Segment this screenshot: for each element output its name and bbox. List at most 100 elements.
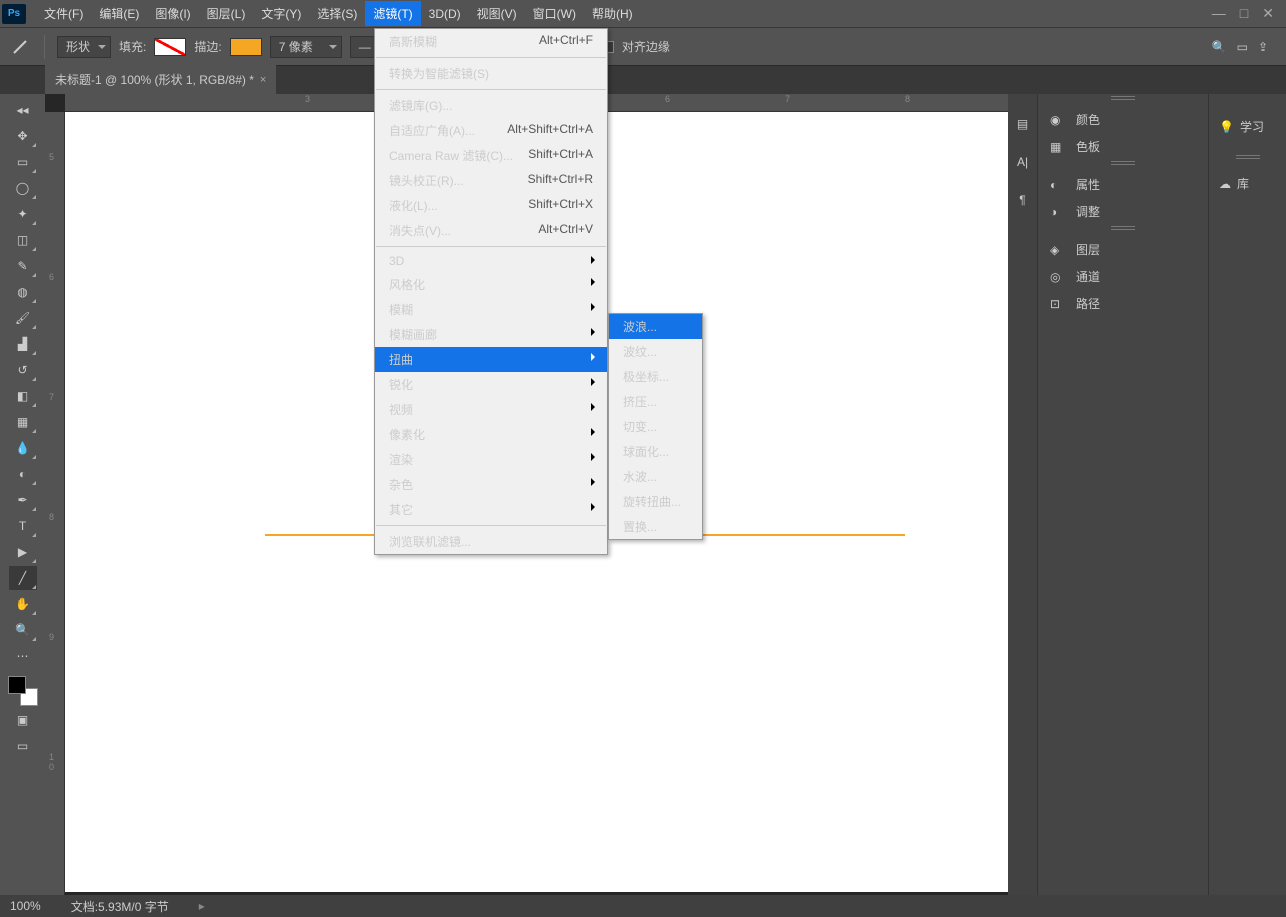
layers-icon: ◈ [1050,243,1068,257]
eyedropper-tool[interactable]: ✎ [9,254,37,278]
collapse-icon[interactable]: ◂◂ [9,98,37,122]
menu-image[interactable]: 图像(I) [147,1,198,26]
lasso-tool[interactable]: ◯ [9,176,37,200]
filter-gallery[interactable]: 滤镜库(G)... [375,93,607,118]
distort-twirl[interactable]: 旋转扭曲... [609,489,702,514]
panel-layers[interactable]: ◈图层 [1040,236,1206,263]
panel-adjustments[interactable]: ◑调整 [1040,198,1206,225]
filter-video[interactable]: 视频 [375,397,607,422]
distort-displace[interactable]: 置换... [609,514,702,539]
filter-stylize[interactable]: 风格化 [375,272,607,297]
options-bar: 形状 填充: 描边: 7 像素 — ▢ ≣ ⬚ ✿ 粗细: 对齐边缘 🔍 ▭ ⇪ [0,28,1286,66]
panel-grip[interactable] [1040,226,1206,236]
document-tab-title: 未标题-1 @ 100% (形状 1, RGB/8#) * [55,71,254,88]
magic-wand-tool[interactable]: ✦ [9,202,37,226]
panel-grip[interactable] [1209,155,1286,165]
char-panel-icon[interactable]: A| [1013,152,1033,172]
menu-edit[interactable]: 编辑(E) [91,1,147,26]
filter-pixelate[interactable]: 像素化 [375,422,607,447]
quickmask-tool[interactable]: ▣ [9,708,37,732]
distort-ripple[interactable]: 波纹... [609,339,702,364]
filter-liquify[interactable]: 液化(L)...Shift+Ctrl+X [375,193,607,218]
hand-tool[interactable]: ✋ [9,592,37,616]
close-button[interactable]: ✕ [1262,5,1274,22]
menu-select[interactable]: 选择(S) [309,1,365,26]
screenmode-tool[interactable]: ▭ [9,734,37,758]
panel-swatches[interactable]: ▦色板 [1040,133,1206,160]
menu-view[interactable]: 视图(V) [469,1,525,26]
brush-tool[interactable]: 🖌 [9,306,37,330]
blur-tool[interactable]: 💧 [9,436,37,460]
panel-grip[interactable] [1040,96,1206,106]
filter-dropdown: 高斯模糊Alt+Ctrl+F 转换为智能滤镜(S) 滤镜库(G)... 自适应广… [374,28,608,555]
marquee-tool[interactable]: ▭ [9,150,37,174]
eraser-tool[interactable]: ◧ [9,384,37,408]
distort-pinch[interactable]: 挤压... [609,389,702,414]
distort-shear[interactable]: 切变... [609,414,702,439]
filter-camera-raw[interactable]: Camera Raw 滤镜(C)...Shift+Ctrl+A [375,143,607,168]
filter-blur[interactable]: 模糊 [375,297,607,322]
stamp-tool[interactable]: ▟ [9,332,37,356]
gradient-tool[interactable]: ▦ [9,410,37,434]
panel-channels[interactable]: ◎通道 [1040,263,1206,290]
line-tool[interactable]: ╱ [9,566,37,590]
panel-learn[interactable]: 💡学习 [1209,112,1286,141]
filter-render[interactable]: 渲染 [375,447,607,472]
filter-other[interactable]: 其它 [375,497,607,522]
filter-noise[interactable]: 杂色 [375,472,607,497]
color-swatches[interactable] [8,676,38,706]
zoom-level[interactable]: 100% [10,899,41,913]
path-select-tool[interactable]: ▶ [9,540,37,564]
filter-3d[interactable]: 3D [375,250,607,272]
para-panel-icon[interactable]: ¶ [1013,190,1033,210]
type-tool[interactable]: T [9,514,37,538]
menu-help[interactable]: 帮助(H) [584,1,641,26]
stroke-width-select[interactable]: 7 像素 [270,36,342,58]
edit-toolbar[interactable]: ⋯ [9,644,37,668]
history-panel-icon[interactable]: ▤ [1013,114,1033,134]
tool-preset-icon[interactable] [8,35,32,59]
dodge-tool[interactable]: ◐ [9,462,37,486]
filter-convert-smart[interactable]: 转换为智能滤镜(S) [375,61,607,86]
filter-adaptive[interactable]: 自适应广角(A)...Alt+Shift+Ctrl+A [375,118,607,143]
search-icon[interactable]: 🔍 [1212,40,1227,54]
panel-color[interactable]: ◉颜色 [1040,106,1206,133]
filter-sharpen[interactable]: 锐化 [375,372,607,397]
distort-polar[interactable]: 极坐标... [609,364,702,389]
move-tool[interactable]: ✥ [9,124,37,148]
shape-mode-select[interactable]: 形状 [57,36,111,58]
distort-spherize[interactable]: 球面化... [609,439,702,464]
panel-libraries[interactable]: ☁库 [1209,169,1286,198]
menu-file[interactable]: 文件(F) [36,1,91,26]
filter-vanish[interactable]: 消失点(V)...Alt+Ctrl+V [375,218,607,243]
pen-tool[interactable]: ✒ [9,488,37,512]
crop-tool[interactable]: ◫ [9,228,37,252]
panel-grip[interactable] [1040,161,1206,171]
menu-3d[interactable]: 3D(D) [421,3,469,25]
history-brush-tool[interactable]: ↺ [9,358,37,382]
healing-tool[interactable]: ◍ [9,280,37,304]
filter-last[interactable]: 高斯模糊Alt+Ctrl+F [375,29,607,54]
document-tab[interactable]: 未标题-1 @ 100% (形状 1, RGB/8#) * × [45,65,276,94]
menu-layer[interactable]: 图层(L) [199,1,254,26]
fill-swatch[interactable] [154,38,186,56]
menu-filter[interactable]: 滤镜(T) [365,1,420,26]
filter-lens[interactable]: 镜头校正(R)...Shift+Ctrl+R [375,168,607,193]
filter-browse-online[interactable]: 浏览联机滤镜... [375,529,607,554]
tab-close-icon[interactable]: × [260,74,266,86]
maximize-button[interactable]: □ [1240,5,1248,22]
doc-info[interactable]: 文档:5.93M/0 字节 [71,898,169,915]
panel-paths[interactable]: ⊡路径 [1040,290,1206,317]
zoom-tool[interactable]: 🔍 [9,618,37,642]
distort-wave[interactable]: 波浪... [609,314,702,339]
stroke-swatch[interactable] [230,38,262,56]
menu-type[interactable]: 文字(Y) [253,1,309,26]
filter-distort[interactable]: 扭曲 [375,347,607,372]
menu-window[interactable]: 窗口(W) [525,1,584,26]
workspace-icon[interactable]: ▭ [1237,40,1248,54]
minimize-button[interactable]: — [1212,5,1226,22]
distort-zigzag[interactable]: 水波... [609,464,702,489]
filter-blur-gallery[interactable]: 模糊画廊 [375,322,607,347]
panel-properties[interactable]: ◐属性 [1040,171,1206,198]
share-icon[interactable]: ⇪ [1258,40,1268,54]
